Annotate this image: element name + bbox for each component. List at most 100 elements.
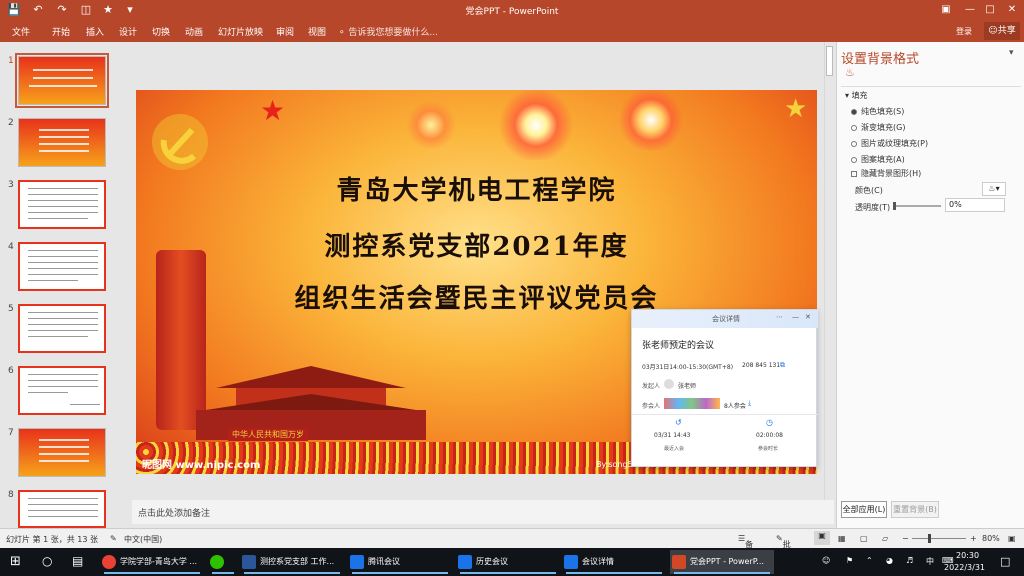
normal-view-icon[interactable]: ▣ [814,531,830,545]
taskbar-tencent-meeting[interactable]: 腾讯会议 [348,550,452,574]
firework-decoration [496,90,576,160]
notes-toggle[interactable]: ☰ 备注 [738,534,753,560]
canvas-scrollbar[interactable] [824,42,834,500]
slide-thumbnail-2[interactable] [18,118,106,167]
slideshow-view-icon[interactable]: ▱ [882,534,888,543]
firework-decoration [616,90,686,150]
clock-icon: ◷ [766,418,773,427]
thumb-number: 8 [8,490,14,500]
notes-pane[interactable]: 点击此处添加备注 [132,500,834,524]
close-icon[interactable]: ✕ [805,313,811,321]
pane-menu-icon[interactable]: ▾ [1009,48,1014,58]
task-label: 历史会议 [476,557,508,566]
ime-indicator[interactable]: 中 [926,556,934,567]
reset-background-button[interactable]: 重置背景(B) [891,501,939,518]
slide-info: 幻灯片 第 1 张，共 13 张 [6,535,98,544]
share-button[interactable]: ☺共享 [984,22,1020,40]
meeting-time: 03月31日14:00-15:30(GMT+8) [642,364,734,371]
apply-all-button[interactable]: 全部应用(L) [841,501,887,518]
tab-animations[interactable]: 动画 [185,25,203,38]
minimize-icon[interactable]: — [792,313,799,321]
zoom-in-icon[interactable]: + [970,534,977,543]
chrome-icon [102,555,116,569]
option-label: 纯色填充(S) [861,107,905,116]
slide-thumbnail-1[interactable] [15,53,109,108]
close-button[interactable]: ✕ [998,2,1024,18]
copy-icon[interactable]: ⧉ [780,361,785,370]
tell-me-text: 告诉我您想要做什么... [348,28,438,38]
notification-icon[interactable]: □ [1000,555,1010,568]
paint-bucket-icon[interactable]: ♨ [845,66,855,79]
slide-thumbnail-5[interactable] [18,304,106,353]
language[interactable]: 中文(中国) [124,534,162,545]
reading-view-icon[interactable]: ▢ [860,534,868,543]
meeting-popup-title: 会议详情 [712,315,740,323]
tab-file[interactable]: 文件 [12,25,30,38]
slide-title-line1: 青岛大学机电工程学院 [336,176,617,206]
slide-thumbnail-3[interactable] [18,180,106,229]
fit-slide-icon[interactable]: ▣ [1008,534,1016,543]
zoom-out-icon[interactable]: − [902,534,909,543]
slide-thumbnail-6[interactable] [18,366,106,415]
slide-thumbnail-7[interactable] [18,428,106,477]
taskbar-meeting-details[interactable]: 会议详情 [562,550,666,574]
fill-section-header[interactable]: ▾ 填充 [845,90,868,101]
thumb-number: 7 [8,428,14,438]
network-icon[interactable]: ◕ [886,556,893,565]
title-bar: 💾 ↶ ↷ ◫ ★ ▾ 党会PPT - PowerPoint ▣ — □ ✕ [0,0,1024,20]
clock-time[interactable]: 20:30 [956,551,979,560]
taskbar-powerpoint[interactable]: 党会PPT - PowerP... [670,550,774,574]
gradient-fill-option[interactable]: 渐变填充(G) [851,122,905,133]
taskbar-history-meeting[interactable]: 历史会议 [456,550,560,574]
transparency-slider[interactable] [893,202,941,210]
slide-thumbnail-8[interactable] [18,490,106,528]
tab-insert[interactable]: 插入 [86,25,104,38]
tab-review[interactable]: 审阅 [276,25,294,38]
comments-toggle[interactable]: ✎ 批注 [776,534,791,560]
thumb-number: 6 [8,366,14,376]
slide-thumbnail-4[interactable] [18,242,106,291]
slide-sorter-icon[interactable]: ▦ [838,534,846,543]
meeting-details-popup: 会议详情 ⋯ — ✕ 张老师预定的会议 03月31日14:00-15:30(GM… [631,309,818,467]
volume-icon[interactable]: ♬ [906,556,913,565]
taskbar-chrome[interactable]: 学院学部-青岛大学 ... [100,550,204,574]
tab-slideshow[interactable]: 幻灯片放映 [218,25,263,38]
tencent-meeting-icon [564,555,578,569]
transparency-input[interactable]: 0% [945,198,1005,212]
hide-background-checkbox[interactable]: 隐藏背景图形(H) [851,168,921,179]
clock-date[interactable]: 2022/3/31 [944,563,985,572]
login-link[interactable]: 登录 [956,26,972,37]
solid-fill-option[interactable]: 纯色填充(S) [851,106,904,117]
tell-me-box[interactable]: ⚬ 告诉我您想要做什么... [338,25,438,38]
taskbar-word[interactable]: 测控系党支部 工作... [240,550,344,574]
host-name: 张老师 [678,383,697,390]
download-icon[interactable]: ⤓ [748,399,751,408]
task-view-icon[interactable]: ▤ [72,554,83,568]
picture-fill-option[interactable]: 图片或纹理填充(P) [851,138,928,149]
spellcheck-icon[interactable]: ✎ [110,534,117,543]
format-background-pane: 设置背景格式 ▾ ♨ ▾ 填充 纯色填充(S) 渐变填充(G) 图片或纹理填充(… [836,42,1024,528]
more-icon[interactable]: ⋯ [776,313,783,321]
taskbar-wechat[interactable] [208,550,238,574]
tab-home[interactable]: 开始 [52,25,70,38]
zoom-level[interactable]: 80% [982,534,1000,543]
avatar [664,379,674,389]
windows-start-icon[interactable]: ⊞ [10,554,21,569]
host-label: 发起人 [642,383,661,390]
task-label: 党会PPT - PowerP... [690,557,764,566]
zoom-slider[interactable] [912,538,966,539]
color-picker-button[interactable]: ♨▾ [982,182,1006,196]
zoom-slider-thumb[interactable] [928,534,931,543]
show-hidden-icons[interactable]: ⌃ [866,556,873,565]
people-icon[interactable]: ☺ [822,556,830,565]
tab-transitions[interactable]: 切换 [152,25,170,38]
tab-design[interactable]: 设计 [119,25,137,38]
search-icon[interactable]: ○ [42,554,52,568]
attendee-avatars[interactable] [664,398,720,409]
share-label: 共享 [997,26,1016,36]
security-icon[interactable]: ⚑ [846,556,853,565]
join-time: 03/31 14:43 [654,432,691,439]
color-label: 颜色(C) [855,186,883,195]
tab-view[interactable]: 视图 [308,25,326,38]
pattern-fill-option[interactable]: 图案填充(A) [851,154,905,165]
